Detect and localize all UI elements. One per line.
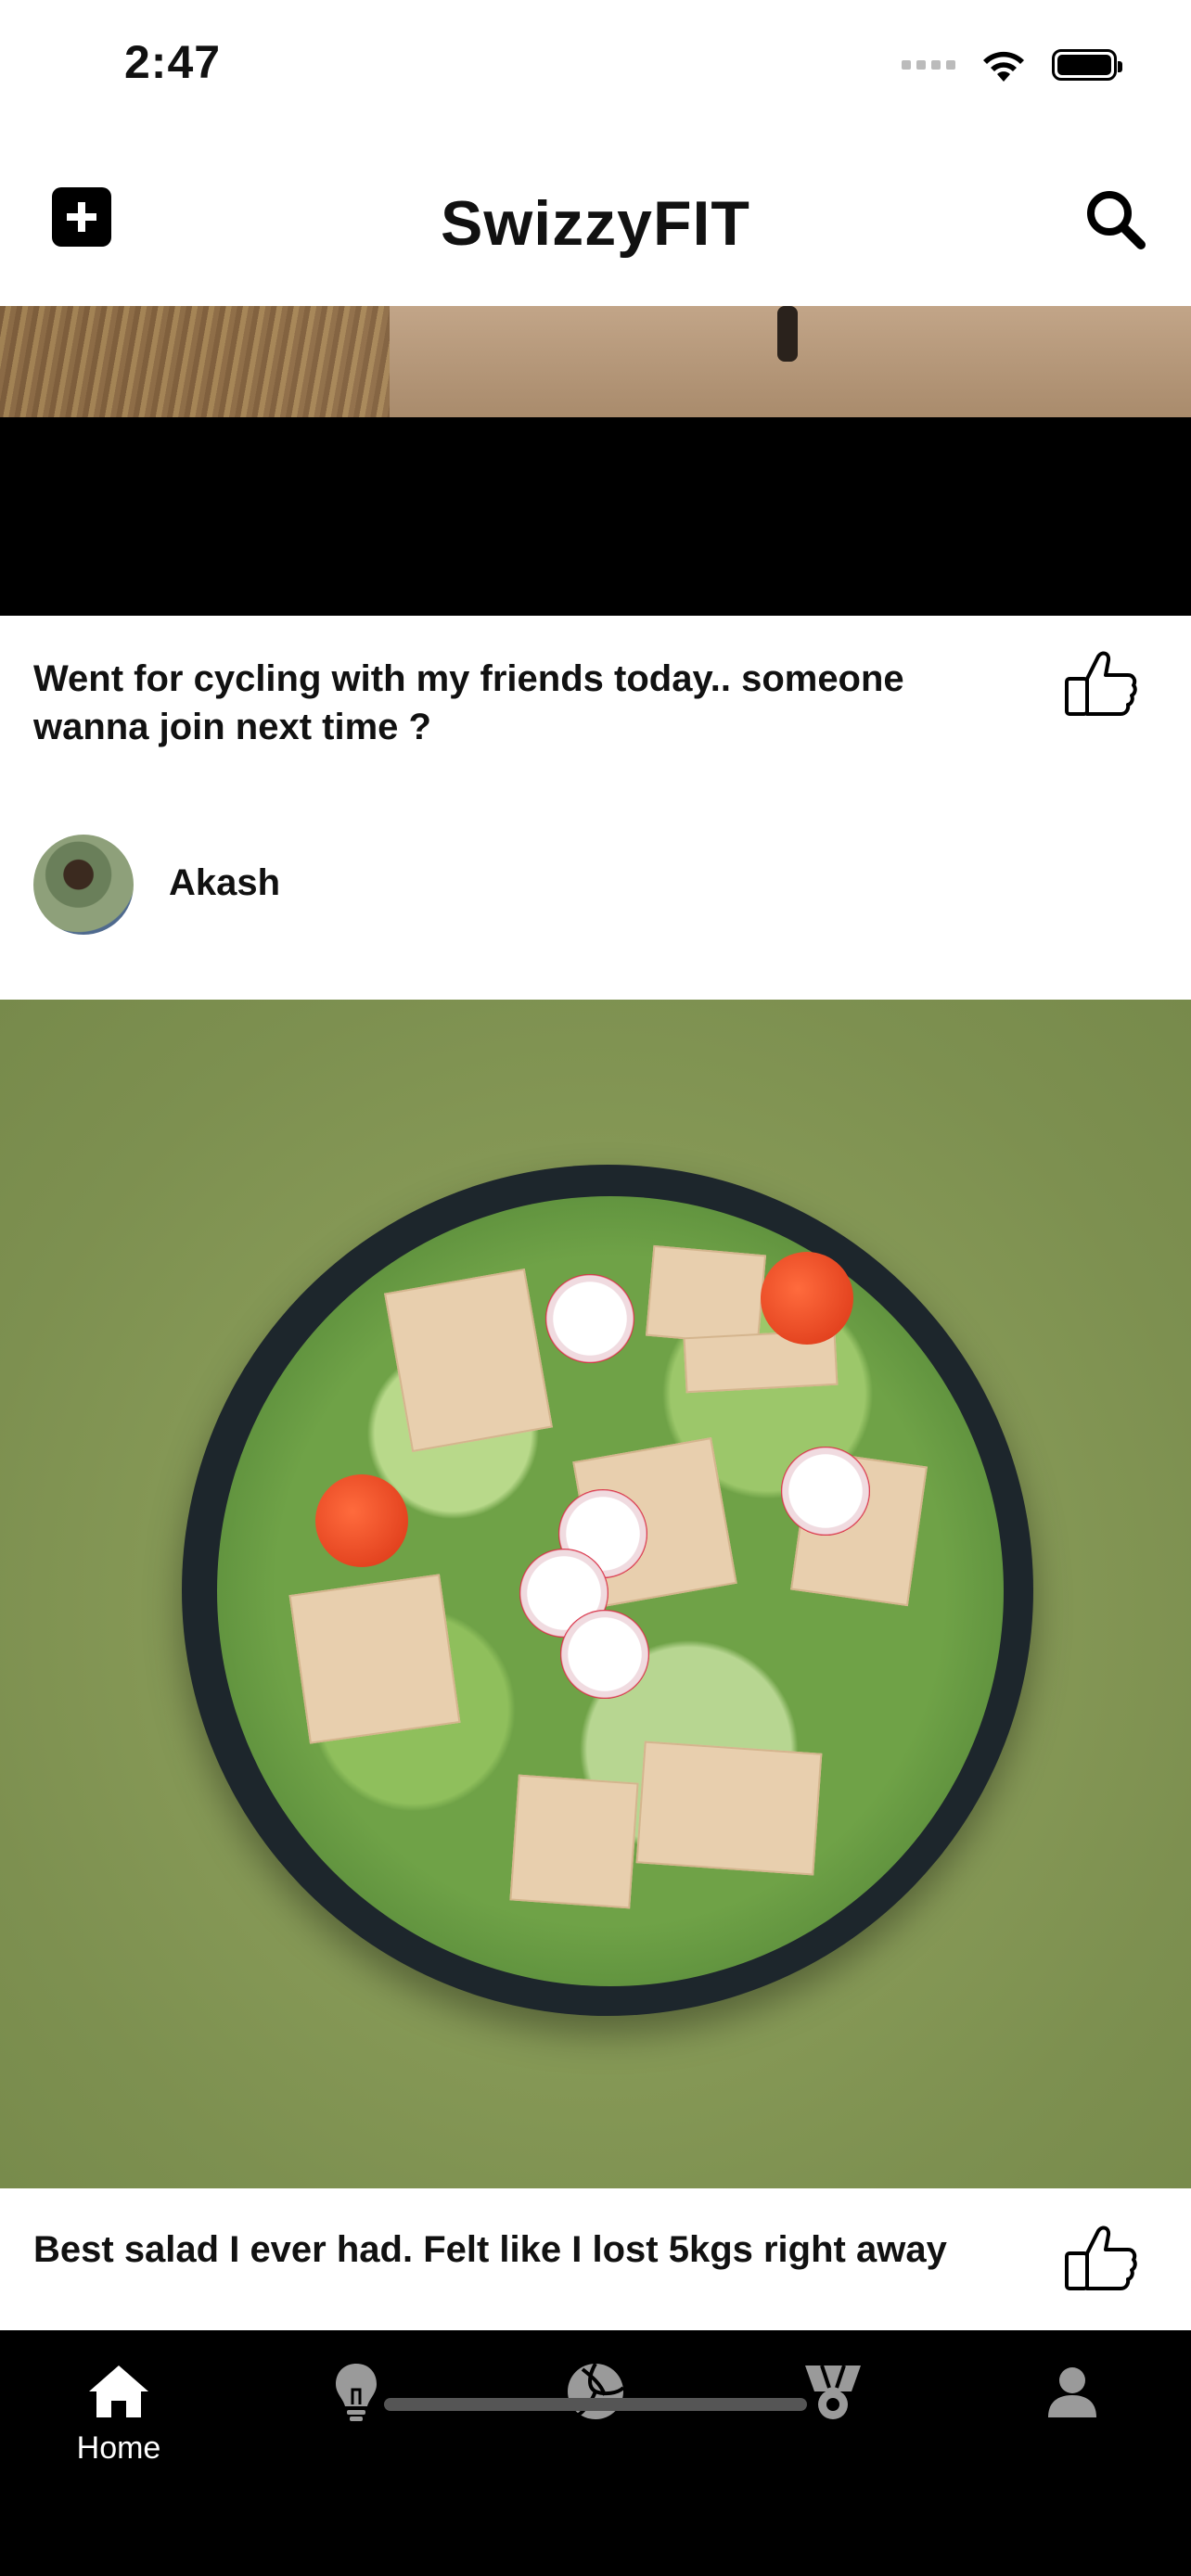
like-button[interactable] (1061, 2220, 1139, 2298)
cellular-signal-icon (902, 60, 955, 70)
feed[interactable]: Went for cycling with my friends today..… (0, 306, 1191, 2330)
author-name[interactable]: Akash (169, 862, 280, 904)
post-image-letterbox (0, 417, 1191, 616)
thumbs-up-icon (1065, 2225, 1137, 2290)
post-caption: Best salad I ever had. Felt like I lost … (33, 2229, 947, 2270)
post-caption: Went for cycling with my friends today..… (33, 658, 904, 747)
bottom-nav: Home (0, 2330, 1191, 2576)
tab-tips[interactable] (291, 2360, 421, 2471)
like-button[interactable] (1061, 645, 1139, 723)
app-header: SwizzyFIT (0, 139, 1191, 306)
profile-icon (1048, 2367, 1096, 2417)
post-author-row[interactable]: Akash (0, 835, 1191, 962)
status-time: 2:47 (124, 36, 222, 88)
search-icon (1087, 191, 1146, 249)
search-button[interactable] (1082, 185, 1148, 252)
post-image-cycling[interactable] (0, 306, 1191, 417)
post-caption-row: Best salad I ever had. Felt like I lost … (0, 2188, 1191, 2330)
tab-sports[interactable] (531, 2360, 660, 2471)
home-icon (89, 2366, 148, 2417)
tab-home-label: Home (76, 2430, 161, 2466)
medal-icon (805, 2365, 861, 2419)
avatar[interactable] (33, 835, 134, 935)
thumbs-up-icon (1065, 651, 1137, 716)
status-bar: 2:47 (0, 0, 1191, 139)
tab-achievements[interactable] (768, 2360, 898, 2471)
status-icons (902, 46, 1122, 83)
lightbulb-icon (336, 2364, 377, 2421)
tab-home[interactable]: Home (54, 2360, 184, 2471)
tab-profile[interactable] (1007, 2360, 1137, 2471)
wifi-icon (983, 51, 1024, 82)
battery-icon (1052, 49, 1122, 81)
home-indicator (384, 2398, 807, 2411)
volleyball-icon (568, 2363, 625, 2419)
post-image-salad[interactable] (0, 1000, 1191, 2188)
post-caption-row: Went for cycling with my friends today..… (0, 616, 1191, 835)
app-title: SwizzyFIT (441, 188, 750, 259)
